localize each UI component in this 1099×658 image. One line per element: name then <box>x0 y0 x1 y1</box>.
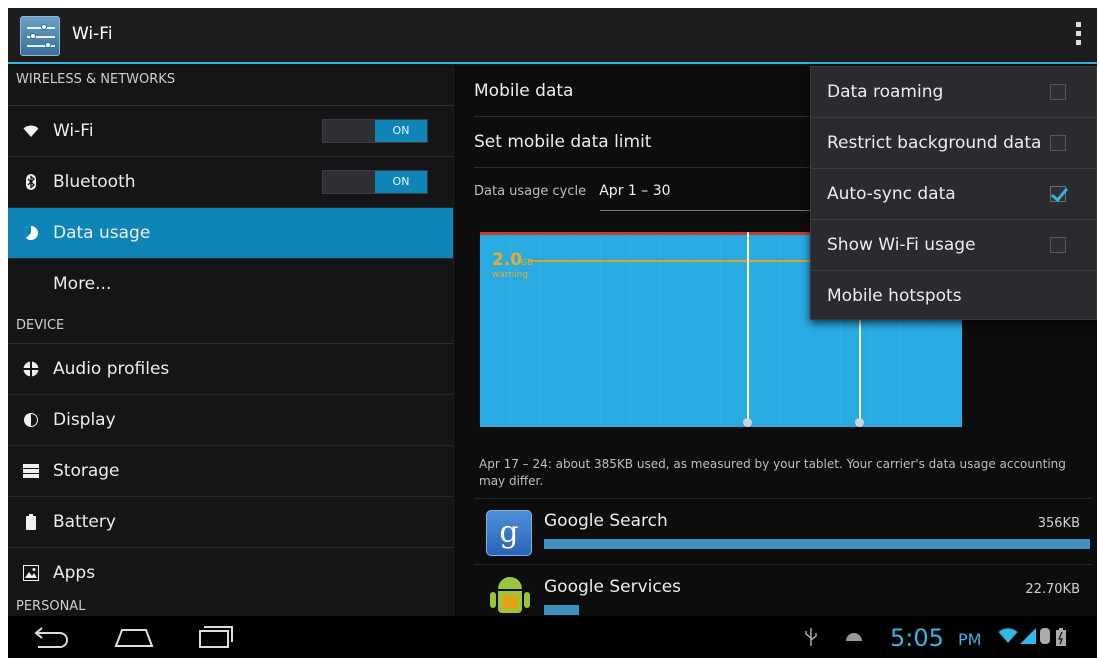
app-usage-bar <box>544 605 579 615</box>
settings-sliders-icon[interactable] <box>20 16 60 56</box>
auto-sync-checkbox[interactable] <box>1050 186 1066 202</box>
cycle-label: Data usage cycle <box>474 184 587 199</box>
menu-item-auto-sync-data[interactable]: Auto-sync data <box>811 169 1096 220</box>
google-search-icon: g <box>486 510 532 556</box>
sidebar-item-bluetooth[interactable]: Bluetooth ON <box>8 157 453 208</box>
sidebar-item-label: Battery <box>53 512 116 532</box>
warning-unit: GB <box>521 258 533 267</box>
battery-status-icon <box>1056 628 1066 650</box>
back-icon[interactable] <box>30 622 80 652</box>
cycle-start-sweep[interactable] <box>747 232 749 427</box>
menu-item-label: Restrict background data <box>827 133 1042 153</box>
sidebar-item-label: Apps <box>53 563 96 583</box>
restrict-background-checkbox[interactable] <box>1050 135 1066 151</box>
cell-signal-icon <box>1020 628 1036 648</box>
app-name: Google Services <box>544 577 682 597</box>
show-wifi-usage-checkbox[interactable] <box>1050 237 1066 253</box>
home-icon[interactable] <box>110 622 160 652</box>
warning-value: 2.0 <box>492 250 523 270</box>
sidebar-item-label: Data usage <box>53 223 151 243</box>
status-clock-ampm: PM <box>958 630 982 649</box>
wifi-icon <box>23 123 39 139</box>
tablet-screen: Wi-Fi WIRELESS & NETWORKS Wi-Fi ON Bluet… <box>8 8 1097 658</box>
usb-icon <box>804 628 818 650</box>
apps-icon <box>23 565 39 581</box>
page-title: Wi-Fi <box>72 24 113 44</box>
app-usage-row[interactable]: g Google Search 356KB <box>474 498 1092 564</box>
set-data-limit-label: Set mobile data limit <box>474 132 652 152</box>
mobile-data-label: Mobile data <box>474 81 574 101</box>
sidebar-item-more[interactable]: More... <box>8 259 453 310</box>
toggle-on-label: ON <box>375 171 427 193</box>
sidebar-item-label: Wi-Fi <box>53 121 94 141</box>
section-header-wireless: WIRELESS & NETWORKS <box>8 72 453 106</box>
section-header-personal: PERSONAL <box>16 599 86 614</box>
system-bar: 5:05 PM <box>8 616 1097 658</box>
wifi-toggle[interactable]: ON <box>322 119 428 143</box>
app-name: Google Search <box>544 511 668 531</box>
overflow-menu: Data roaming Restrict background data Au… <box>810 66 1097 320</box>
sidebar-item-apps[interactable]: Apps <box>8 548 453 599</box>
data-roaming-checkbox[interactable] <box>1050 84 1066 100</box>
battery-icon <box>23 514 39 530</box>
storage-icon <box>23 463 39 479</box>
sidebar-item-label: Audio profiles <box>53 359 170 379</box>
menu-item-data-roaming[interactable]: Data roaming <box>811 67 1096 118</box>
sweep-handle[interactable] <box>743 418 752 427</box>
menu-item-mobile-hotspots[interactable]: Mobile hotspots <box>811 271 1096 322</box>
menu-item-label: Show Wi-Fi usage <box>827 235 976 255</box>
warning-label: warning <box>492 270 529 280</box>
toggle-on-label: ON <box>375 120 427 142</box>
overflow-menu-icon[interactable] <box>1073 22 1083 50</box>
sweep-handle[interactable] <box>855 418 864 427</box>
menu-item-label: Data roaming <box>827 82 944 102</box>
settings-sidebar[interactable]: WIRELESS & NETWORKS Wi-Fi ON Bluetooth O… <box>8 66 453 616</box>
bluetooth-icon <box>23 174 39 190</box>
cycle-spinner-value[interactable]: Apr 1 – 30 <box>599 183 670 199</box>
sidebar-item-label: Storage <box>53 461 120 481</box>
cycle-spinner-underline <box>600 210 830 211</box>
data-usage-icon <box>23 225 39 241</box>
menu-item-show-wifi-usage[interactable]: Show Wi-Fi usage <box>811 220 1096 271</box>
sidebar-item-label: Bluetooth <box>53 172 136 192</box>
status-clock: 5:05 <box>890 624 944 652</box>
bluetooth-status-icon <box>1040 628 1050 648</box>
sidebar-item-data-usage[interactable]: Data usage <box>8 208 453 259</box>
wifi-signal-icon <box>998 628 1018 648</box>
sidebar-item-display[interactable]: Display <box>8 395 453 446</box>
sidebar-item-label: More... <box>53 274 112 294</box>
sidebar-item-label: Display <box>53 410 116 430</box>
sidebar-item-storage[interactable]: Storage <box>8 446 453 497</box>
app-usage-bar <box>544 539 1090 549</box>
usage-summary: Apr 17 – 24: about 385KB used, as measur… <box>479 457 1066 488</box>
recent-apps-icon[interactable] <box>194 622 244 652</box>
bluetooth-toggle[interactable]: ON <box>322 170 428 194</box>
menu-item-label: Mobile hotspots <box>827 286 962 306</box>
sidebar-item-audio-profiles[interactable]: Audio profiles <box>8 344 453 395</box>
app-usage-size: 22.70KB <box>1025 582 1080 597</box>
menu-item-restrict-background-data[interactable]: Restrict background data <box>811 118 1096 169</box>
sidebar-item-battery[interactable]: Battery <box>8 497 453 548</box>
display-icon <box>23 412 39 428</box>
sidebar-item-wifi[interactable]: Wi-Fi ON <box>8 106 453 157</box>
audio-profiles-icon <box>23 361 39 377</box>
section-header-device: DEVICE <box>8 310 453 344</box>
android-debug-icon <box>844 628 864 647</box>
action-bar: Wi-Fi <box>8 8 1097 64</box>
menu-item-label: Auto-sync data <box>827 184 956 204</box>
app-usage-size: 356KB <box>1037 516 1080 531</box>
